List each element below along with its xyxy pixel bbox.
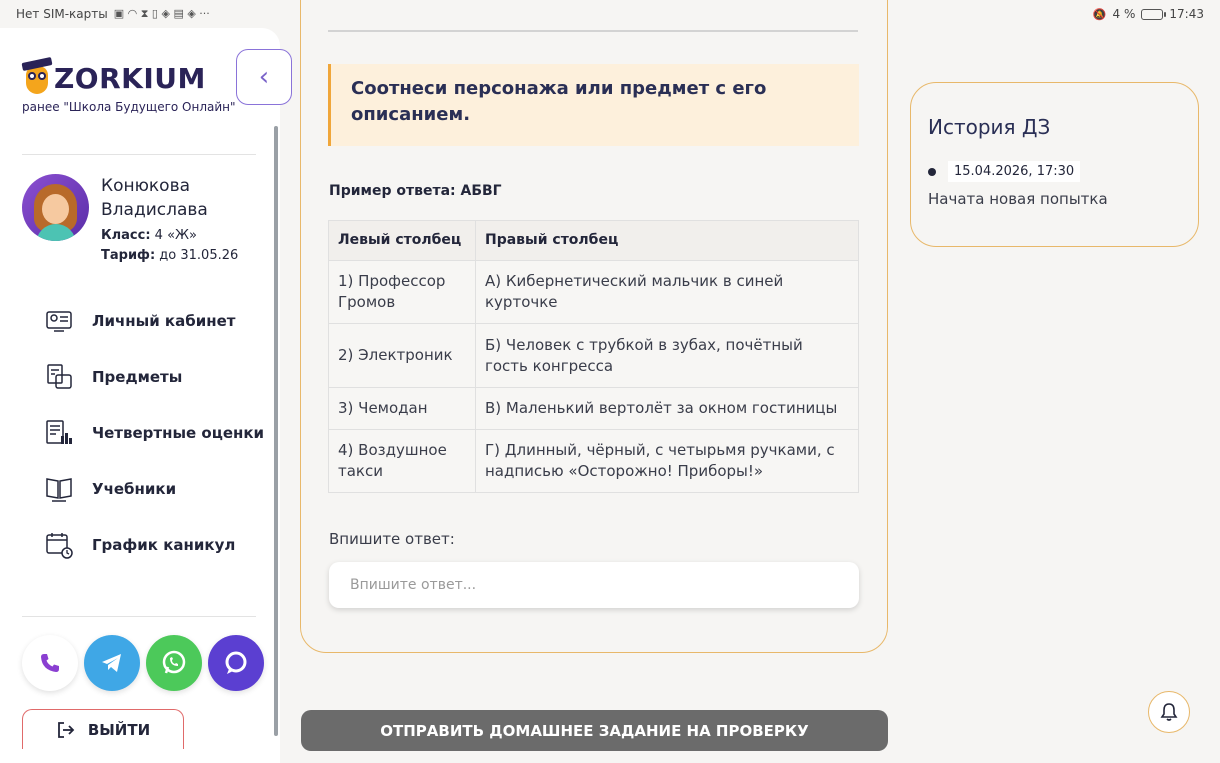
example-answer: Пример ответа: АБВГ <box>329 183 502 199</box>
table-row: 1) Профессор Громов А) Кибернетический м… <box>328 260 859 324</box>
table-cell: 3) Чемодан <box>328 387 476 430</box>
history-text: Начата новая попытка <box>928 190 1108 208</box>
sidebar: ZORKIUM ранее "Школа Будущего Онлайн" ‹ … <box>0 28 292 763</box>
subjects-icon <box>47 364 72 389</box>
answer-label: Впишите ответ: <box>329 530 455 548</box>
sidebar-item-personal-account[interactable]: Личный кабинет <box>44 293 264 349</box>
avatar <box>22 174 89 241</box>
whatsapp-icon <box>162 650 186 674</box>
sidebar-item-label: График каникул <box>92 536 236 554</box>
logout-icon <box>57 721 75 738</box>
table-row: 3) Чемодан В) Маленький вертолёт за окно… <box>328 387 859 430</box>
sidebar-scrollbar[interactable] <box>274 126 278 736</box>
sidebar-divider <box>22 154 256 155</box>
whatsapp-button[interactable] <box>146 635 202 691</box>
logo-text: ZORKIUM <box>54 61 206 95</box>
chat-bubble-icon <box>225 651 247 674</box>
user-name-line-2: Владислава <box>101 200 208 220</box>
profile-monitor-icon <box>46 311 72 332</box>
status-icons: ▣ ◠ ⧗ ▯ ◈ ▤ ◈ ··· <box>113 7 210 20</box>
sidebar-item-label: Предметы <box>92 368 183 386</box>
matching-table: Левый столбец Правый столбец 1) Профессо… <box>328 220 859 493</box>
user-tariff: Тариф: до 31.05.26 <box>101 248 239 263</box>
contact-buttons <box>22 635 264 691</box>
column-header: Правый столбец <box>475 220 859 261</box>
sidebar-item-label: Учебники <box>92 480 177 498</box>
history-title: История ДЗ <box>928 115 1051 139</box>
clock: 17:43 <box>1169 7 1204 21</box>
user-class: Класс: 4 «Ж» <box>101 228 197 243</box>
sidebar-item-quarter-grades[interactable]: Четвертные оценки <box>44 405 264 461</box>
telegram-icon <box>102 654 121 672</box>
logout-label: ВЫЙТИ <box>87 720 151 739</box>
mute-bell-icon: 🔕 <box>1092 7 1107 21</box>
table-cell: А) Кибернетический мальчик в синей курто… <box>475 260 859 324</box>
sidebar-divider <box>22 616 256 617</box>
phone-button[interactable] <box>22 635 78 691</box>
table-cell: 2) Электроник <box>328 323 476 388</box>
answer-input[interactable] <box>329 562 859 608</box>
logout-button[interactable]: ВЫЙТИ <box>22 709 184 749</box>
grades-chart-icon <box>46 420 72 444</box>
sidebar-item-holidays-schedule[interactable]: График каникул <box>44 517 264 573</box>
table-cell: Г) Длинный, чёрный, с четырьмя ручками, … <box>475 429 859 493</box>
sidebar-nav: Личный кабинет Предметы Четвертные оценк… <box>44 293 264 573</box>
telegram-button[interactable] <box>84 635 140 691</box>
brand-logo: ZORKIUM ранее "Школа Будущего Онлайн" <box>21 56 236 114</box>
table-row: 4) Воздушное такси Г) Длинный, чёрный, с… <box>328 429 859 493</box>
collapse-sidebar-button[interactable]: ‹ <box>236 49 292 105</box>
card-divider <box>328 30 858 32</box>
phone-icon <box>41 654 59 672</box>
user-name-line-1: Конюкова <box>101 176 191 196</box>
homework-history-panel: История ДЗ 15.04.2026, 17:30 Начата нова… <box>910 82 1199 247</box>
history-date: 15.04.2026, 17:30 <box>948 161 1081 182</box>
user-profile: Конюкова Владислава Класс: 4 «Ж» Тариф: … <box>22 174 238 266</box>
logo-subtitle: ранее "Школа Будущего Онлайн" <box>22 100 236 114</box>
calendar-clock-icon <box>46 533 73 559</box>
column-header: Левый столбец <box>328 220 476 261</box>
owl-logo-icon <box>21 56 53 98</box>
table-cell: Б) Человек с трубкой в зубах, почётный г… <box>475 323 859 388</box>
sidebar-item-label: Четвертные оценки <box>92 424 265 442</box>
timeline-dot-icon <box>928 167 936 176</box>
table-cell: 1) Профессор Громов <box>328 260 476 324</box>
carrier-text: Нет SIM-карты <box>16 7 108 21</box>
chevron-left-icon: ‹ <box>258 62 270 92</box>
table-row: 2) Электроник Б) Человек с трубкой в зуб… <box>328 323 859 388</box>
sidebar-item-label: Личный кабинет <box>92 312 236 330</box>
sidebar-item-textbooks[interactable]: Учебники <box>44 461 264 517</box>
table-cell: В) Маленький вертолёт за окном гостиницы <box>475 387 859 430</box>
table-cell: 4) Воздушное такси <box>328 429 476 493</box>
history-entry: 15.04.2026, 17:30 <box>928 161 1181 182</box>
battery-percent: 4 % <box>1112 7 1136 21</box>
book-icon <box>46 478 72 502</box>
table-header-row: Левый столбец Правый столбец <box>328 220 859 261</box>
submit-homework-button[interactable]: ОТПРАВИТЬ ДОМАШНЕЕ ЗАДАНИЕ НА ПРОВЕРКУ <box>301 710 888 751</box>
chat-button[interactable] <box>208 635 264 691</box>
notifications-bell-icon[interactable] <box>1148 691 1190 733</box>
sidebar-item-subjects[interactable]: Предметы <box>44 349 264 405</box>
battery-icon <box>1141 8 1167 20</box>
task-instruction: Соотнеси персонажа или предмет с его опи… <box>328 64 859 146</box>
